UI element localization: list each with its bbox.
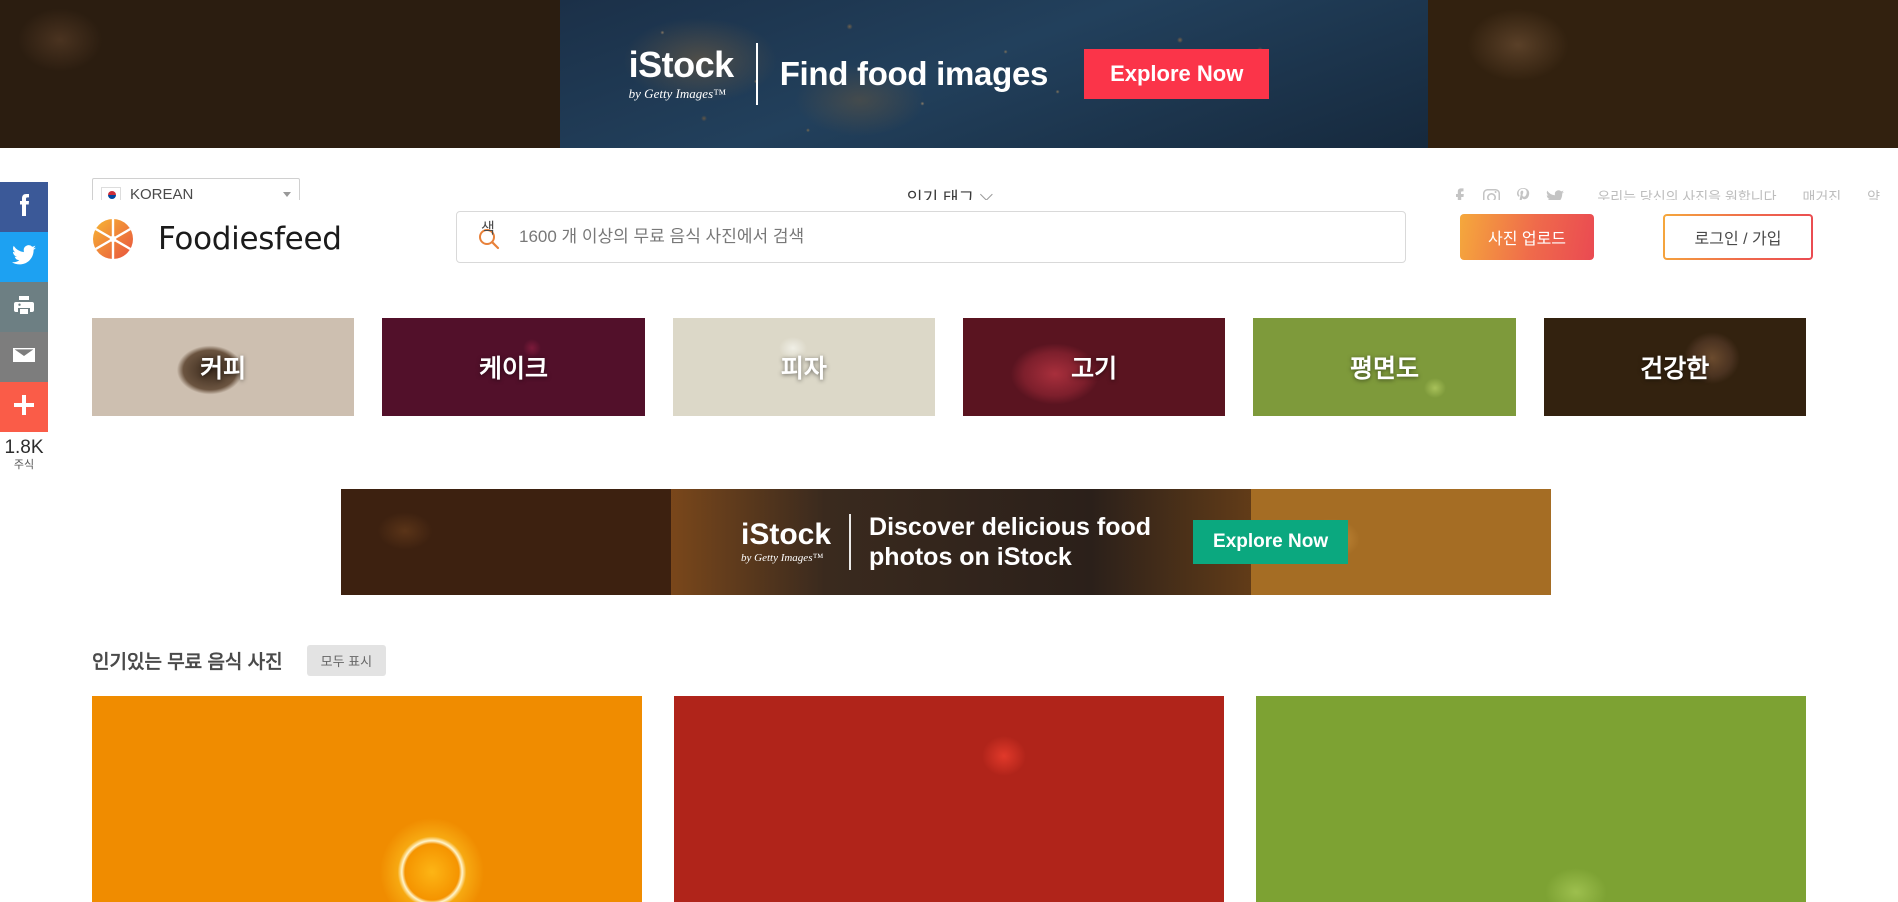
category-tile-label: 고기	[1071, 355, 1118, 383]
aperture-logo-icon	[92, 218, 134, 260]
search-box[interactable]: 색	[456, 211, 1406, 263]
category-tile-label: 케이크	[478, 355, 548, 383]
istock-logo: iStock by Getty Images™	[628, 43, 735, 102]
envelope-icon	[12, 346, 36, 369]
share-count-label: 주식	[13, 458, 35, 471]
istock-wordmark: iStock	[628, 43, 735, 85]
site-header: Foodiesfeed 색 사진 업로드 로그인 / 가입	[0, 200, 1898, 280]
plus-icon	[13, 394, 35, 421]
chevron-down-icon	[980, 188, 994, 201]
category-tile-pizza[interactable]: 피자	[672, 318, 935, 416]
social-share-rail: 1.8K 주식	[0, 182, 48, 473]
section-title: 인기있는 무료 음식 사진	[92, 652, 283, 673]
share-count: 1.8K 주식	[0, 432, 48, 473]
istock-byline: by Getty Images™	[628, 85, 726, 101]
category-tile-meat[interactable]: 고기	[962, 318, 1226, 416]
printer-icon	[13, 294, 35, 321]
brand-logo-link[interactable]: Foodiesfeed	[92, 218, 342, 260]
share-twitter-button[interactable]	[0, 232, 48, 282]
section-header: 인기있는 무료 음식 사진 모두 표시	[92, 645, 387, 676]
mid-istock-logo: iStock by Getty Images™	[741, 518, 832, 565]
category-tiles: 커피 케이크 피자 고기 평면도 건강한	[92, 318, 1806, 416]
istock-wordmark: iStock	[741, 518, 832, 551]
category-tile-coffee[interactable]: 커피	[92, 318, 355, 416]
banner-explore-button[interactable]: Explore Now	[1084, 49, 1270, 99]
photo-card[interactable]	[674, 696, 1224, 902]
share-email-button[interactable]	[0, 332, 48, 382]
share-facebook-button[interactable]	[0, 182, 48, 232]
category-tile-label: 평면도	[1349, 355, 1419, 383]
korea-flag-icon	[101, 187, 121, 201]
banner-headline: Find food images	[779, 55, 1049, 92]
top-navigation-bar: KOREAN 인기 태그 우리는 당신의 사진을 원합니다 매거진 약	[0, 148, 1898, 210]
search-input[interactable]	[519, 227, 1385, 247]
share-more-button[interactable]	[0, 382, 48, 432]
category-tile-label: 커피	[200, 355, 247, 383]
facebook-icon	[18, 193, 30, 222]
top-istock-banner[interactable]: iStock by Getty Images™ Find food images…	[0, 0, 1898, 148]
category-tile-label: 피자	[780, 355, 827, 383]
login-signup-button[interactable]: 로그인 / 가입	[1663, 214, 1813, 260]
mid-banner-explore-button[interactable]: Explore Now	[1193, 520, 1349, 564]
show-all-button[interactable]: 모두 표시	[306, 645, 387, 676]
category-tile-flatlay[interactable]: 평면도	[1253, 318, 1516, 416]
banner-divider	[755, 43, 758, 105]
search-icon-glyph: 색	[481, 220, 495, 237]
mid-istock-banner[interactable]: iStock by Getty Images™ Discover delicio…	[341, 489, 1551, 595]
mid-banner-headline: Discover delicious food photos on iStock	[869, 512, 1152, 572]
mid-banner-divider	[849, 514, 852, 570]
twitter-icon	[12, 244, 36, 270]
share-count-number: 1.8K	[4, 437, 44, 458]
photo-card[interactable]	[92, 696, 642, 902]
category-tile-label: 건강한	[1640, 355, 1710, 383]
category-tile-cake[interactable]: 케이크	[382, 318, 645, 416]
brand-name: Foodiesfeed	[158, 221, 342, 257]
share-print-button[interactable]	[0, 282, 48, 332]
chevron-down-icon	[283, 191, 291, 197]
search-icon: 색	[477, 220, 503, 250]
photo-grid	[92, 696, 1806, 902]
istock-byline: by Getty Images™	[741, 552, 824, 564]
upload-photo-button[interactable]: 사진 업로드	[1460, 214, 1594, 260]
photo-card[interactable]	[1256, 696, 1806, 902]
category-tile-healthy[interactable]: 건강한	[1543, 318, 1806, 416]
